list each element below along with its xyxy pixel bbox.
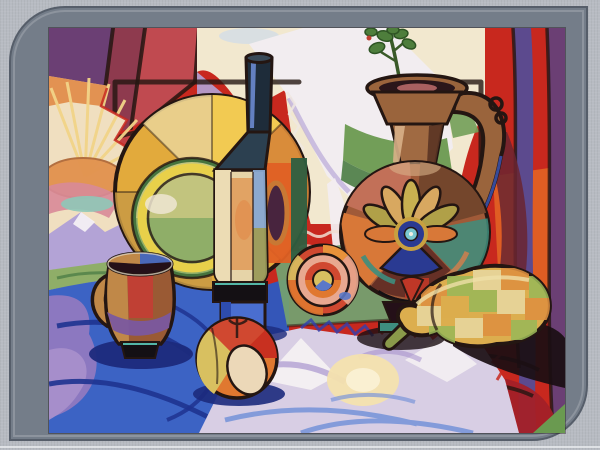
jug-rim-cup [373,92,461,124]
painting-canvas [49,28,565,433]
plum-blob [265,183,287,243]
bottle-lip [246,54,272,63]
ringed-apple [288,245,359,315]
bottle-neck [246,58,272,132]
still-life-painting [49,28,565,433]
slide-background [0,0,600,450]
frame-bottom-highlight [0,446,600,448]
